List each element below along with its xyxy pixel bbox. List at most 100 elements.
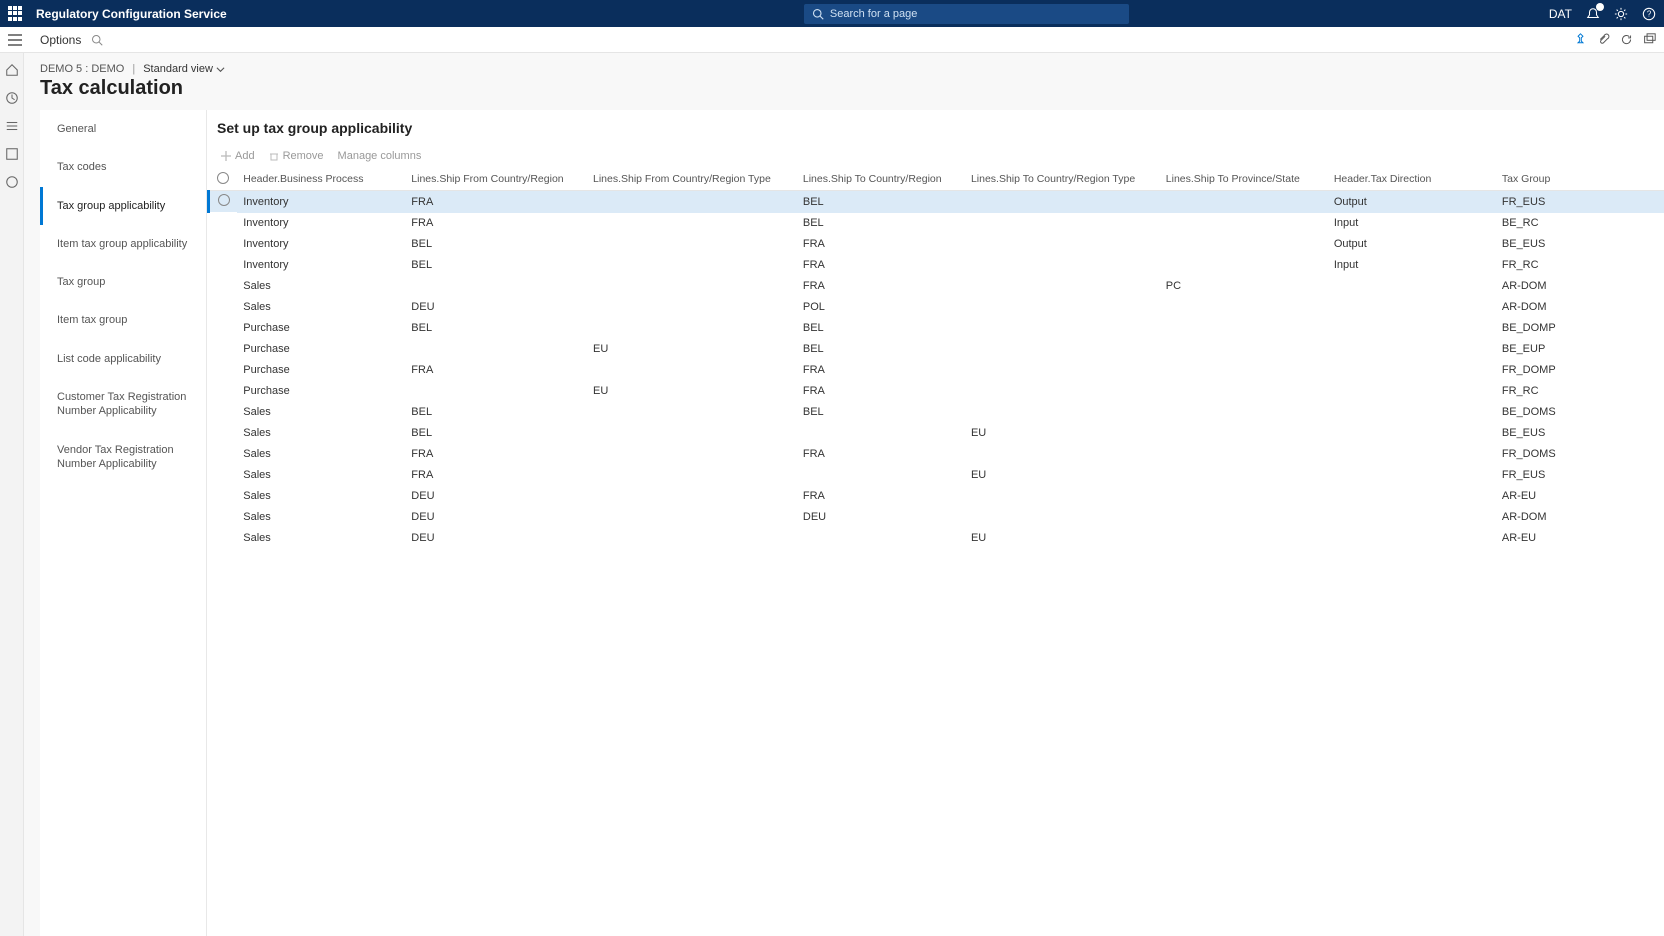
cell[interactable]: FR_EUS xyxy=(1496,191,1664,213)
cell[interactable] xyxy=(1328,423,1496,444)
cell[interactable] xyxy=(965,507,1160,528)
leftmenu-item[interactable]: Tax codes xyxy=(40,148,206,186)
cell[interactable]: EU xyxy=(587,381,797,402)
cell[interactable]: Sales xyxy=(237,507,405,528)
table-row[interactable]: SalesDEUPOLAR-DOM xyxy=(209,297,1664,318)
cell[interactable] xyxy=(1328,339,1496,360)
cell[interactable]: AR-DOM xyxy=(1496,297,1664,318)
cell[interactable]: FRA xyxy=(797,444,965,465)
cell[interactable]: AR-DOM xyxy=(1496,276,1664,297)
cell[interactable] xyxy=(965,486,1160,507)
cell[interactable]: FRA xyxy=(405,444,587,465)
cell[interactable]: Sales xyxy=(237,486,405,507)
cell[interactable]: Sales xyxy=(237,423,405,444)
cell[interactable]: Purchase xyxy=(237,318,405,339)
column-header[interactable]: Lines.Ship To Province/State xyxy=(1160,168,1328,191)
filter-icon[interactable] xyxy=(91,34,103,46)
leftmenu-item[interactable]: Tax group xyxy=(40,263,206,301)
cell[interactable]: Sales xyxy=(237,276,405,297)
cell[interactable] xyxy=(1328,465,1496,486)
cell[interactable]: Purchase xyxy=(237,360,405,381)
cell[interactable] xyxy=(587,276,797,297)
cell[interactable]: FRA xyxy=(797,486,965,507)
cell[interactable] xyxy=(587,486,797,507)
column-header[interactable]: Header.Business Process xyxy=(237,168,405,191)
cell[interactable]: DEU xyxy=(405,297,587,318)
cell[interactable]: FRA xyxy=(405,360,587,381)
cell[interactable] xyxy=(1160,360,1328,381)
row-selector[interactable] xyxy=(209,318,238,339)
cell[interactable]: BEL xyxy=(405,234,587,255)
cell[interactable]: EU xyxy=(965,465,1160,486)
cell[interactable] xyxy=(965,191,1160,213)
cell[interactable] xyxy=(1160,234,1328,255)
leftmenu-item[interactable]: Tax group applicability xyxy=(40,187,206,225)
cell[interactable]: FR_RC xyxy=(1496,381,1664,402)
cell[interactable] xyxy=(587,402,797,423)
cell[interactable]: PC xyxy=(1160,276,1328,297)
module-icon[interactable] xyxy=(5,147,19,161)
list-icon[interactable] xyxy=(5,119,19,133)
cell[interactable] xyxy=(1160,191,1328,213)
cell[interactable] xyxy=(587,297,797,318)
hamburger-icon[interactable] xyxy=(8,34,22,46)
cell[interactable] xyxy=(1328,276,1496,297)
cell[interactable]: FRA xyxy=(797,360,965,381)
table-row[interactable]: InventoryFRABELOutputFR_EUS xyxy=(209,191,1664,213)
row-selector[interactable] xyxy=(209,465,238,486)
table-row[interactable]: SalesBELEUBE_EUS xyxy=(209,423,1664,444)
leftmenu-item[interactable]: General xyxy=(40,110,206,148)
row-selector[interactable] xyxy=(209,360,238,381)
cell[interactable]: FRA xyxy=(405,213,587,234)
leftmenu-item[interactable]: List code applicability xyxy=(40,340,206,378)
cell[interactable] xyxy=(587,318,797,339)
row-selector[interactable] xyxy=(209,381,238,402)
cell[interactable]: Input xyxy=(1328,255,1496,276)
cell[interactable] xyxy=(587,213,797,234)
cell[interactable] xyxy=(1328,528,1496,549)
leftmenu-item[interactable]: Customer Tax Registration Number Applica… xyxy=(40,378,206,431)
cell[interactable]: Inventory xyxy=(237,234,405,255)
table-row[interactable]: InventoryBELFRAOutputBE_EUS xyxy=(209,234,1664,255)
table-row[interactable]: PurchaseFRAFRAFR_DOMP xyxy=(209,360,1664,381)
add-button[interactable]: Add xyxy=(221,150,255,162)
cell[interactable] xyxy=(1328,444,1496,465)
cell[interactable] xyxy=(1328,486,1496,507)
cell[interactable] xyxy=(797,423,965,444)
cell[interactable] xyxy=(1328,507,1496,528)
cell[interactable] xyxy=(587,444,797,465)
leftmenu-item[interactable]: Item tax group xyxy=(40,301,206,339)
cell[interactable] xyxy=(1328,318,1496,339)
cell[interactable] xyxy=(587,234,797,255)
cell[interactable]: FRA xyxy=(797,234,965,255)
cell[interactable]: BEL xyxy=(797,191,965,213)
cell[interactable]: FR_DOMS xyxy=(1496,444,1664,465)
workspace-icon[interactable] xyxy=(5,175,19,189)
cell[interactable] xyxy=(1160,507,1328,528)
cell[interactable]: FRA xyxy=(797,255,965,276)
cell[interactable]: Inventory xyxy=(237,191,405,213)
cell[interactable]: Purchase xyxy=(237,339,405,360)
cell[interactable]: Sales xyxy=(237,465,405,486)
cell[interactable]: Purchase xyxy=(237,381,405,402)
cell[interactable]: DEU xyxy=(405,486,587,507)
row-selector[interactable] xyxy=(209,213,238,234)
cell[interactable]: DEU xyxy=(405,528,587,549)
column-header[interactable]: Header.Tax Direction xyxy=(1328,168,1496,191)
table-row[interactable]: PurchaseEUBELBE_EUP xyxy=(209,339,1664,360)
cell[interactable]: FRA xyxy=(797,381,965,402)
cell[interactable]: Sales xyxy=(237,297,405,318)
cell[interactable] xyxy=(1160,444,1328,465)
table-row[interactable]: SalesBELBELBE_DOMS xyxy=(209,402,1664,423)
row-selector[interactable] xyxy=(209,276,238,297)
cell[interactable] xyxy=(965,381,1160,402)
cell[interactable] xyxy=(1160,213,1328,234)
cell[interactable]: BEL xyxy=(797,402,965,423)
cell[interactable] xyxy=(587,423,797,444)
cell[interactable] xyxy=(1160,402,1328,423)
cell[interactable] xyxy=(587,360,797,381)
row-selector[interactable] xyxy=(209,507,238,528)
table-row[interactable]: SalesFRAEUFR_EUS xyxy=(209,465,1664,486)
user-label[interactable]: DAT xyxy=(1549,7,1572,21)
cell[interactable] xyxy=(1328,360,1496,381)
